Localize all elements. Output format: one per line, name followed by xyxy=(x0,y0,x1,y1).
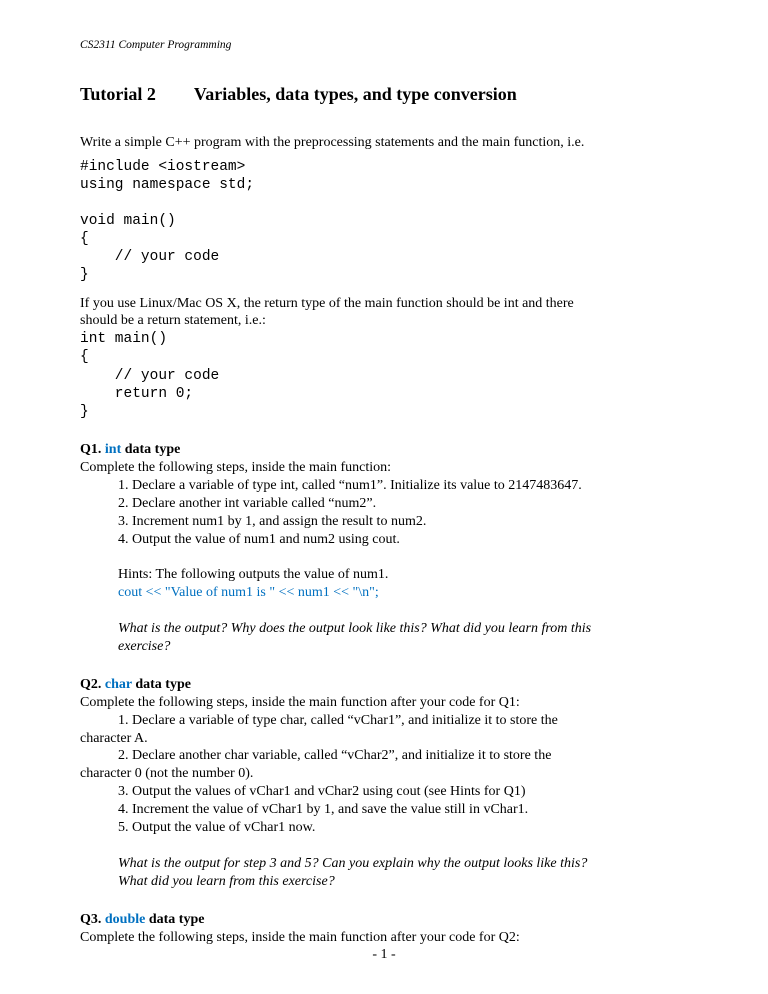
q2-step2a: 2. Declare another char variable, called… xyxy=(118,747,688,765)
page: CS2311 Computer Programming Tutorial 2 V… xyxy=(0,0,768,994)
q1-hint-code: cout << "Value of num1 is " << num1 << "… xyxy=(118,584,688,602)
code-block-1: #include <iostream> using namespace std;… xyxy=(80,158,688,285)
q2-label: Q2. xyxy=(80,677,101,692)
q1-step2: 2. Declare another int variable called “… xyxy=(118,495,688,513)
q1-lead: Complete the following steps, inside the… xyxy=(80,459,688,477)
q2-step5: 5. Output the value of vChar1 now. xyxy=(118,819,688,837)
course-header: CS2311 Computer Programming xyxy=(80,38,688,53)
q3-keyword: double xyxy=(105,912,145,927)
q1-reflect2: exercise? xyxy=(118,638,688,656)
linux-note: If you use Linux/Mac OS X, the return ty… xyxy=(80,295,688,331)
q2-reflect2: What did you learn from this exercise? xyxy=(118,873,688,891)
q1-reflect1: What is the output? Why does the output … xyxy=(118,620,688,638)
q1-step4: 4. Output the value of num1 and num2 usi… xyxy=(118,531,688,549)
q2-heading: Q2. char data type xyxy=(80,676,688,694)
q3-heading: Q3. double data type xyxy=(80,911,688,929)
tutorial-number: Tutorial 2 xyxy=(80,83,156,106)
document-title: Tutorial 2 Variables, data types, and ty… xyxy=(80,83,688,106)
q2-step1a: 1. Declare a variable of type char, call… xyxy=(118,712,688,730)
q2-keyword: char xyxy=(105,677,132,692)
q1-keyword: int xyxy=(105,442,121,457)
q1-heading: Q1. int data type xyxy=(80,441,688,459)
q2-step2b: character 0 (not the number 0). xyxy=(80,765,688,783)
q3-label: Q3. xyxy=(80,912,101,927)
q2-suffix: data type xyxy=(132,677,191,692)
q2-lead: Complete the following steps, inside the… xyxy=(80,694,688,712)
q1-step1: 1. Declare a variable of type int, calle… xyxy=(118,477,688,495)
code-block-2: int main() { // your code return 0; } xyxy=(80,330,688,421)
q1-hint-lead: Hints: The following outputs the value o… xyxy=(118,566,688,584)
q1-steps: 1. Declare a variable of type int, calle… xyxy=(118,477,688,656)
linux-note-line2: should be a return statement, i.e.: xyxy=(80,313,266,328)
q3-suffix: data type xyxy=(145,912,204,927)
q3-lead: Complete the following steps, inside the… xyxy=(80,929,688,947)
q2-step1b: character A. xyxy=(80,730,688,748)
q2-step3: 3. Output the values of vChar1 and vChar… xyxy=(118,783,688,801)
tutorial-subtitle: Variables, data types, and type conversi… xyxy=(194,83,517,106)
q2-steps-rest: 3. Output the values of vChar1 and vChar… xyxy=(118,783,688,890)
q1-suffix: data type xyxy=(121,442,180,457)
page-number: - 1 - xyxy=(0,946,768,964)
linux-note-line1: If you use Linux/Mac OS X, the return ty… xyxy=(80,296,574,311)
q1-step3: 3. Increment num1 by 1, and assign the r… xyxy=(118,513,688,531)
q1-label: Q1. xyxy=(80,442,101,457)
q2-step4: 4. Increment the value of vChar1 by 1, a… xyxy=(118,801,688,819)
q2-reflect1: What is the output for step 3 and 5? Can… xyxy=(118,855,688,873)
intro-paragraph: Write a simple C++ program with the prep… xyxy=(80,134,688,152)
